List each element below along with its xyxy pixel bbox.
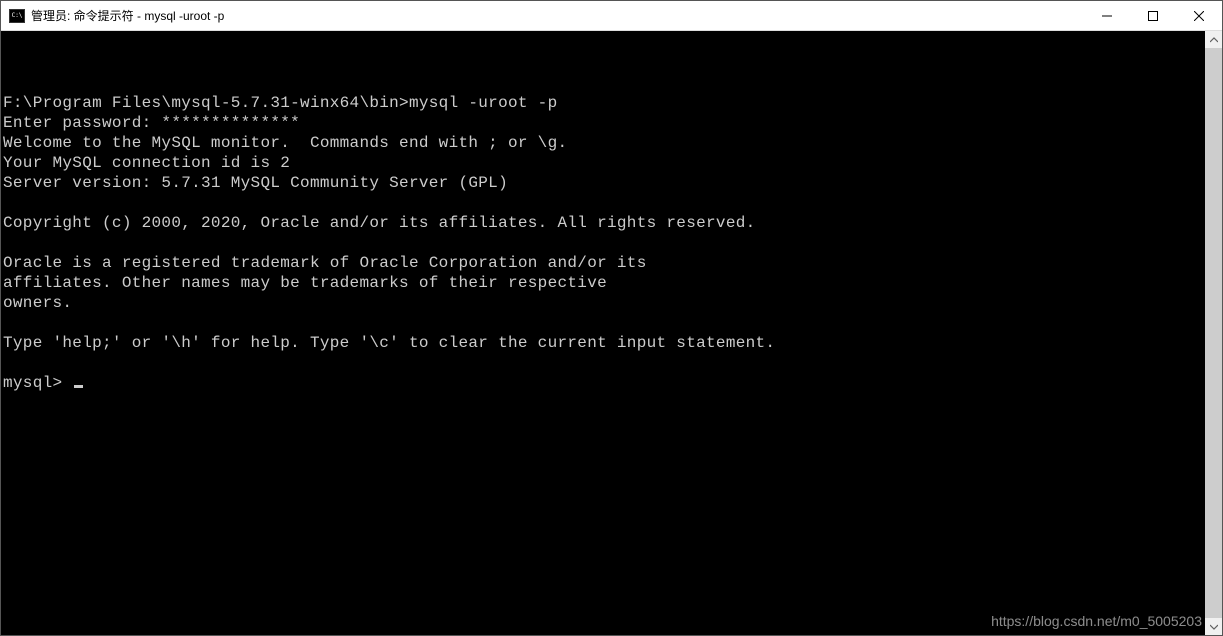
terminal-line: [3, 193, 1205, 213]
terminal-line: Your MySQL connection id is 2: [3, 153, 1205, 173]
terminal-line: [3, 353, 1205, 373]
minimize-button[interactable]: [1084, 1, 1130, 30]
window-controls: [1084, 1, 1222, 30]
terminal-line: [3, 33, 1205, 53]
scroll-up-button[interactable]: [1205, 31, 1222, 48]
scroll-down-button[interactable]: [1205, 618, 1222, 635]
terminal-line: owners.: [3, 293, 1205, 313]
titlebar[interactable]: 管理员: 命令提示符 - mysql -uroot -p: [1, 1, 1222, 31]
terminal-line: [3, 53, 1205, 73]
terminal-line: Type 'help;' or '\h' for help. Type '\c'…: [3, 333, 1205, 353]
cursor: [74, 385, 83, 388]
terminal-line: [3, 233, 1205, 253]
terminal-line: Copyright (c) 2000, 2020, Oracle and/or …: [3, 213, 1205, 233]
terminal-line: [3, 313, 1205, 333]
command-prompt-window: 管理员: 命令提示符 - mysql -uroot -p F:\Program …: [0, 0, 1223, 636]
terminal-line: Oracle is a registered trademark of Orac…: [3, 253, 1205, 273]
maximize-button[interactable]: [1130, 1, 1176, 30]
vertical-scrollbar[interactable]: [1205, 31, 1222, 635]
cmd-icon: [9, 9, 25, 23]
terminal-line: Server version: 5.7.31 MySQL Community S…: [3, 173, 1205, 193]
terminal-line: Welcome to the MySQL monitor. Commands e…: [3, 133, 1205, 153]
close-icon: [1194, 11, 1204, 21]
terminal-line: Enter password: **************: [3, 113, 1205, 133]
scrollbar-thumb[interactable]: [1205, 48, 1222, 618]
scrollbar-track[interactable]: [1205, 48, 1222, 618]
chevron-up-icon: [1210, 36, 1218, 44]
terminal[interactable]: F:\Program Files\mysql-5.7.31-winx64\bin…: [1, 31, 1205, 635]
minimize-icon: [1102, 11, 1112, 21]
terminal-line: [3, 73, 1205, 93]
chevron-down-icon: [1210, 623, 1218, 631]
terminal-line: F:\Program Files\mysql-5.7.31-winx64\bin…: [3, 93, 1205, 113]
close-button[interactable]: [1176, 1, 1222, 30]
terminal-line: mysql>: [3, 373, 1205, 393]
terminal-line: affiliates. Other names may be trademark…: [3, 273, 1205, 293]
terminal-area: F:\Program Files\mysql-5.7.31-winx64\bin…: [1, 31, 1222, 635]
window-title: 管理员: 命令提示符 - mysql -uroot -p: [31, 7, 1084, 24]
maximize-icon: [1148, 11, 1158, 21]
